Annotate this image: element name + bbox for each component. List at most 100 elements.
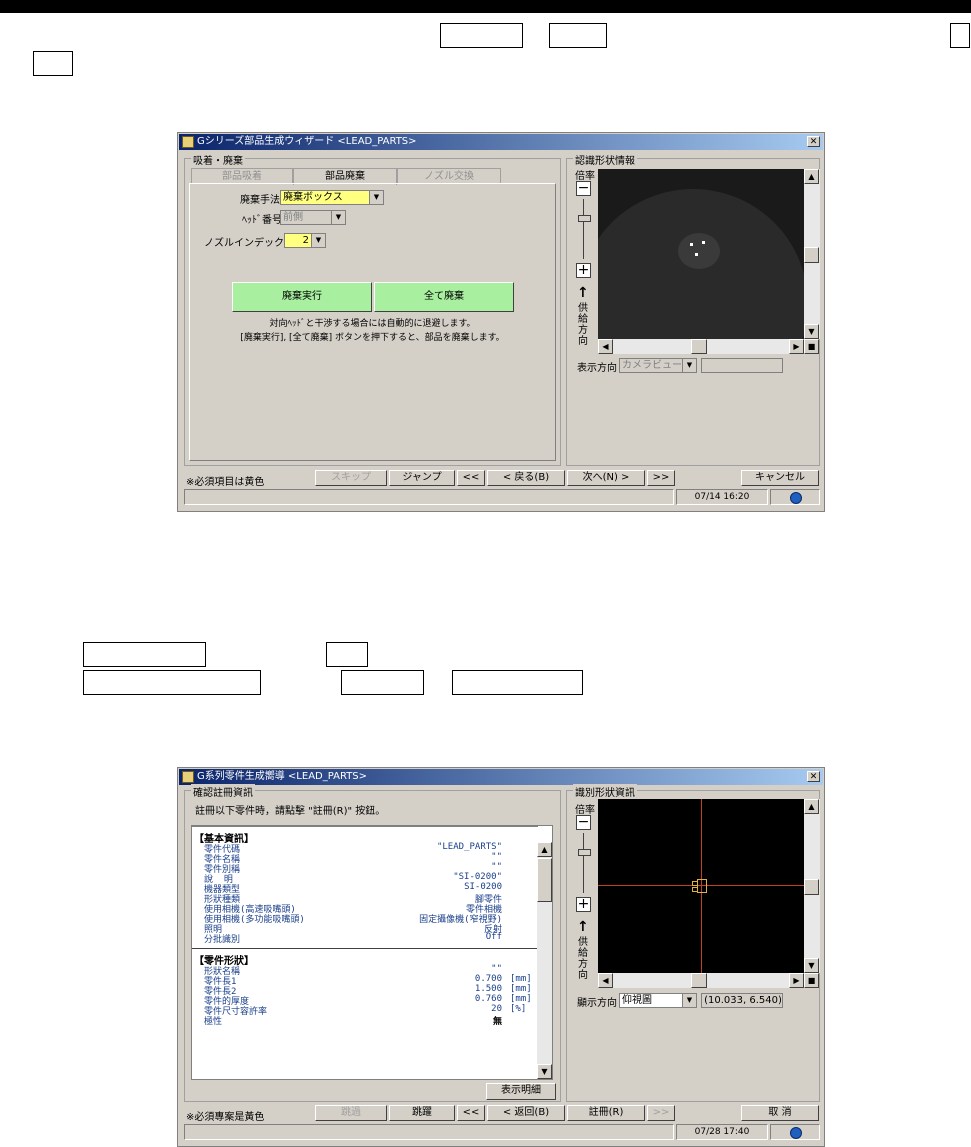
dispose-all-button[interactable]: 全て廃棄 — [374, 282, 514, 312]
chevron-down-icon: ▼ — [682, 994, 696, 1007]
scroll-corner-icon: ■ — [804, 339, 819, 354]
group-label: 吸着・廃棄 — [191, 152, 245, 167]
scroll-right-icon[interactable]: ▶ — [789, 339, 804, 354]
jump-button[interactable]: ジャンプ — [389, 470, 455, 486]
cancel-button[interactable]: 取 消 — [741, 1105, 819, 1121]
nozzle-index-select[interactable]: 2 ▼ — [284, 233, 326, 248]
status-datetime: 07/14 16:20 — [676, 489, 768, 505]
coord-readout: (10.033, 6.540) — [701, 993, 783, 1008]
view-direction-select[interactable]: 仰視圖 ▼ — [619, 993, 697, 1008]
status-bar — [184, 489, 674, 505]
app-icon — [182, 136, 194, 148]
list-item: 使用相機(高速吸嘴頭) 零件相機 — [204, 905, 502, 915]
back-button[interactable]: < 戻る(B) — [487, 470, 565, 486]
status-globe-cell — [770, 1124, 820, 1140]
note-line-1: 対向ﾍｯﾄﾞと干渉する場合には自動的に退避します。 — [269, 319, 476, 329]
window-titlebar: Gシリーズ部品生成ウィザード <LEAD_PARTS> ✕ — [179, 134, 823, 150]
list-item: 形狀種類 腳零件 — [204, 895, 502, 905]
image-horizontal-scrollbar[interactable]: ◀ ▶ — [598, 339, 804, 354]
list-item: 分批識別 Off — [204, 932, 502, 945]
globe-icon — [790, 492, 802, 504]
list-item: 零件別稱 "" — [204, 862, 502, 875]
image-horizontal-scrollbar[interactable]: ◀ ▶ — [598, 973, 804, 988]
status-globe-cell — [770, 489, 820, 505]
list-header-line — [192, 826, 538, 827]
group-label: 確認註冊資訊 — [191, 784, 255, 799]
scroll-corner-icon: ■ — [804, 973, 819, 988]
first-button[interactable]: << — [457, 1105, 485, 1121]
list-item: 說 明 "SI-0200" — [204, 872, 502, 885]
feed-direction-label: 供 給 方 向 — [578, 303, 588, 347]
tab-panel: 廃棄手法 廃棄ボックス ▼ ﾍｯﾄﾞ番号 前側 ▼ ノズルインデックス 2 ▼ … — [189, 183, 556, 461]
next-button[interactable]: 次へ(N) > — [567, 470, 645, 486]
window-title: Gシリーズ部品生成ウィザード <LEAD_PARTS> — [197, 136, 417, 147]
status-datetime: 07/28 17:40 — [676, 1124, 768, 1140]
scroll-up-icon[interactable]: ▲ — [804, 169, 819, 184]
view-direction-select[interactable]: カメラビュー ▼ — [619, 358, 697, 373]
shape-preview-view[interactable] — [598, 799, 804, 973]
part-outline — [697, 879, 707, 893]
show-detail-button[interactable]: 表示明細 — [486, 1083, 556, 1100]
scroll-thumb[interactable] — [537, 858, 552, 902]
info-list[interactable]: 【基本資訊】 零件代碼 "LEAD_PARTS" 零件名稱 "" 零件別稱 "" 說 … — [191, 825, 553, 1080]
lead-dot — [690, 243, 693, 246]
last-button[interactable]: >> — [647, 470, 675, 486]
scroll-thumb[interactable] — [691, 339, 707, 354]
close-button[interactable]: ✕ — [807, 771, 820, 782]
outline-box-6 — [326, 642, 368, 667]
scroll-left-icon[interactable]: ◀ — [598, 973, 613, 988]
list-vertical-scrollbar[interactable]: ▲ ▼ — [537, 842, 552, 1079]
list-item: 零件的厚度 0.760 [mm] — [204, 994, 532, 1007]
arrow-up-icon: ↑ — [577, 285, 589, 301]
cancel-button[interactable]: キャンセル — [741, 470, 819, 486]
outline-box-9 — [452, 670, 583, 695]
list-item: 照明 反射 — [204, 925, 502, 935]
disposal-method-select[interactable]: 廃棄ボックス ▼ — [280, 190, 384, 205]
list-item: 零件長2 1.500 [mm] — [204, 984, 532, 997]
zoom-slider-track[interactable] — [583, 833, 584, 893]
list-item: 極性無 — [204, 1017, 502, 1027]
zoom-slider-thumb[interactable] — [578, 215, 591, 222]
wizard-window-zh: G系列零件生成嚮導 <LEAD_PARTS> ✕ 確認註冊資訊 註冊以下零件時，… — [177, 767, 825, 1147]
scroll-down-icon[interactable]: ▼ — [804, 958, 819, 973]
disposal-method-label: 廃棄手法 — [240, 195, 280, 206]
close-button[interactable]: ✕ — [807, 136, 820, 147]
scroll-down-icon[interactable]: ▼ — [537, 1064, 552, 1079]
execute-disposal-button[interactable]: 廃棄実行 — [232, 282, 372, 312]
wizard-window-jp: Gシリーズ部品生成ウィザード <LEAD_PARTS> ✕ 吸着・廃棄 部品吸着… — [177, 132, 825, 512]
scroll-thumb[interactable] — [691, 973, 707, 988]
skip-button[interactable]: 跳過 — [315, 1105, 387, 1121]
chevron-down-icon: ▼ — [311, 234, 325, 247]
tab-nozzle-change[interactable]: ノズル交換 — [397, 168, 501, 183]
pickup-disposal-group: 吸着・廃棄 部品吸着 部品廃棄 ノズル交換 廃棄手法 廃棄ボックス ▼ ﾍｯﾄﾞ… — [184, 152, 561, 466]
section-divider — [192, 948, 538, 949]
zoom-out-icon[interactable]: − — [576, 815, 591, 830]
scroll-right-icon[interactable]: ▶ — [789, 973, 804, 988]
image-vertical-scrollbar[interactable]: ▲ ▼ — [804, 169, 820, 339]
window-titlebar: G系列零件生成嚮導 <LEAD_PARTS> ✕ — [179, 769, 823, 785]
zoom-in-icon[interactable]: + — [576, 897, 591, 912]
zoom-slider-thumb[interactable] — [578, 849, 591, 856]
scroll-up-icon[interactable]: ▲ — [804, 799, 819, 814]
scroll-left-icon[interactable]: ◀ — [598, 339, 613, 354]
zoom-slider-track[interactable] — [583, 199, 584, 259]
outline-box-7 — [83, 670, 261, 695]
zoom-in-icon[interactable]: + — [576, 263, 591, 278]
register-button[interactable]: 註冊(R) — [567, 1105, 645, 1121]
scroll-thumb[interactable] — [804, 247, 819, 263]
zoom-out-icon[interactable]: − — [576, 181, 591, 196]
back-button[interactable]: < 返回(B) — [487, 1105, 565, 1121]
skip-button[interactable]: スキップ — [315, 470, 387, 486]
first-button[interactable]: << — [457, 470, 485, 486]
group-label: 認識形状情報 — [573, 152, 637, 167]
scroll-down-icon[interactable]: ▼ — [804, 324, 819, 339]
lead-outline — [692, 887, 698, 892]
tab-pickup[interactable]: 部品吸着 — [191, 168, 293, 183]
camera-image-view[interactable] — [598, 169, 804, 339]
last-button[interactable]: >> — [647, 1105, 675, 1121]
jump-button[interactable]: 跳躍 — [389, 1105, 455, 1121]
head-number-select[interactable]: 前側 ▼ — [280, 210, 346, 225]
scroll-up-icon[interactable]: ▲ — [537, 842, 552, 857]
image-vertical-scrollbar[interactable]: ▲ ▼ — [804, 799, 820, 973]
scroll-thumb[interactable] — [804, 879, 819, 895]
